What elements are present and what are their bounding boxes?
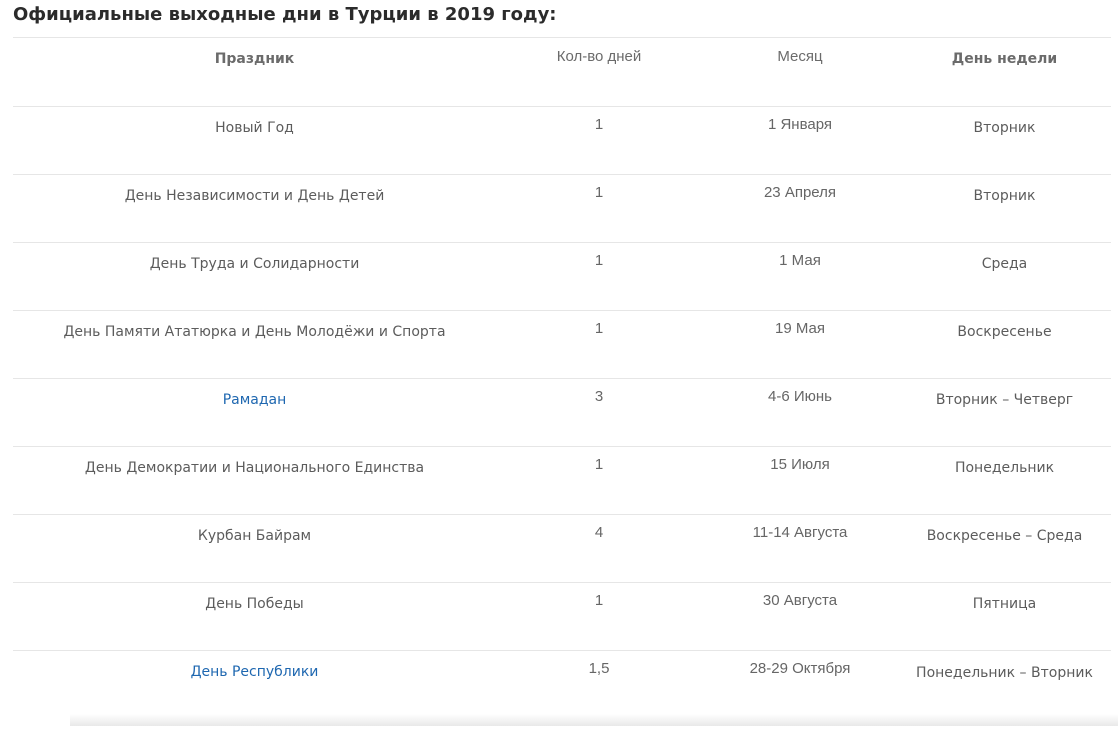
- table-header-row: Праздник Кол-во дней Месяц День недели: [13, 38, 1111, 107]
- date-cell: 11-14 Августа: [702, 515, 898, 583]
- date-cell: 15 Июля: [702, 447, 898, 515]
- table-row: Рамадан 3 4-6 Июнь Вторник – Четверг: [13, 379, 1111, 447]
- holiday-name: День Памяти Ататюрка и День Молодёжи и С…: [13, 311, 496, 340]
- date-cell: 28-29 Октября: [702, 651, 898, 731]
- weekday-cell: Среда: [898, 243, 1111, 311]
- holiday-name: Курбан Байрам: [13, 515, 496, 544]
- holiday-name: День Демократии и Национального Единства: [13, 447, 496, 476]
- holiday-link-republic-day[interactable]: День Республики: [13, 651, 496, 680]
- date-cell: 19 Мая: [702, 311, 898, 379]
- days-cell: 3: [496, 379, 702, 447]
- table-row: Новый Год 1 1 Января Вторник: [13, 107, 1111, 175]
- holidays-table-container: Праздник Кол-во дней Месяц День недели Н…: [13, 37, 1111, 731]
- holiday-cell: Рамадан: [13, 379, 496, 447]
- holiday-cell: День Победы: [13, 583, 496, 651]
- holiday-name: День Победы: [13, 583, 496, 612]
- header-days-count: Кол-во дней: [496, 38, 702, 107]
- weekday-cell: Понедельник – Вторник: [898, 651, 1111, 731]
- weekday-cell: Воскресенье: [898, 311, 1111, 379]
- date-cell: 1 Мая: [702, 243, 898, 311]
- date-cell: 4-6 Июнь: [702, 379, 898, 447]
- holiday-name: Новый Год: [13, 107, 496, 136]
- days-cell: 1: [496, 175, 702, 243]
- header-month: Месяц: [702, 38, 898, 107]
- table-row: День Труда и Солидарности 1 1 Мая Среда: [13, 243, 1111, 311]
- days-cell: 1: [496, 107, 702, 175]
- table-row: День Памяти Ататюрка и День Молодёжи и С…: [13, 311, 1111, 379]
- days-cell: 1: [496, 583, 702, 651]
- days-cell: 1: [496, 447, 702, 515]
- holiday-cell: День Республики: [13, 651, 496, 731]
- table-row: Курбан Байрам 4 11-14 Августа Воскресень…: [13, 515, 1111, 583]
- days-cell: 1: [496, 243, 702, 311]
- holiday-cell: День Труда и Солидарности: [13, 243, 496, 311]
- weekday-cell: Пятница: [898, 583, 1111, 651]
- holiday-cell: День Демократии и Национального Единства: [13, 447, 496, 515]
- weekday-cell: Воскресенье – Среда: [898, 515, 1111, 583]
- holiday-cell: Новый Год: [13, 107, 496, 175]
- weekday-cell: Понедельник: [898, 447, 1111, 515]
- table-row: День Победы 1 30 Августа Пятница: [13, 583, 1111, 651]
- days-cell: 1: [496, 311, 702, 379]
- weekday-cell: Вторник: [898, 175, 1111, 243]
- page-title: Официальные выходные дни в Турции в 2019…: [13, 4, 557, 25]
- table-row: День Демократии и Национального Единства…: [13, 447, 1111, 515]
- holiday-cell: День Памяти Ататюрка и День Молодёжи и С…: [13, 311, 496, 379]
- table-row: День Республики 1,5 28-29 Октября Понеде…: [13, 651, 1111, 731]
- date-cell: 23 Апреля: [702, 175, 898, 243]
- table-row: День Независимости и День Детей 1 23 Апр…: [13, 175, 1111, 243]
- header-weekday: День недели: [898, 38, 1111, 107]
- holiday-name: День Труда и Солидарности: [13, 243, 496, 272]
- weekday-cell: Вторник: [898, 107, 1111, 175]
- holiday-link-ramadan[interactable]: Рамадан: [13, 379, 496, 408]
- days-cell: 1,5: [496, 651, 702, 731]
- holiday-name: День Независимости и День Детей: [13, 175, 496, 204]
- days-cell: 4: [496, 515, 702, 583]
- date-cell: 1 Января: [702, 107, 898, 175]
- header-holiday: Праздник: [13, 38, 496, 107]
- date-cell: 30 Августа: [702, 583, 898, 651]
- holidays-table: Праздник Кол-во дней Месяц День недели Н…: [13, 37, 1111, 731]
- weekday-cell: Вторник – Четверг: [898, 379, 1111, 447]
- holiday-cell: День Независимости и День Детей: [13, 175, 496, 243]
- holiday-cell: Курбан Байрам: [13, 515, 496, 583]
